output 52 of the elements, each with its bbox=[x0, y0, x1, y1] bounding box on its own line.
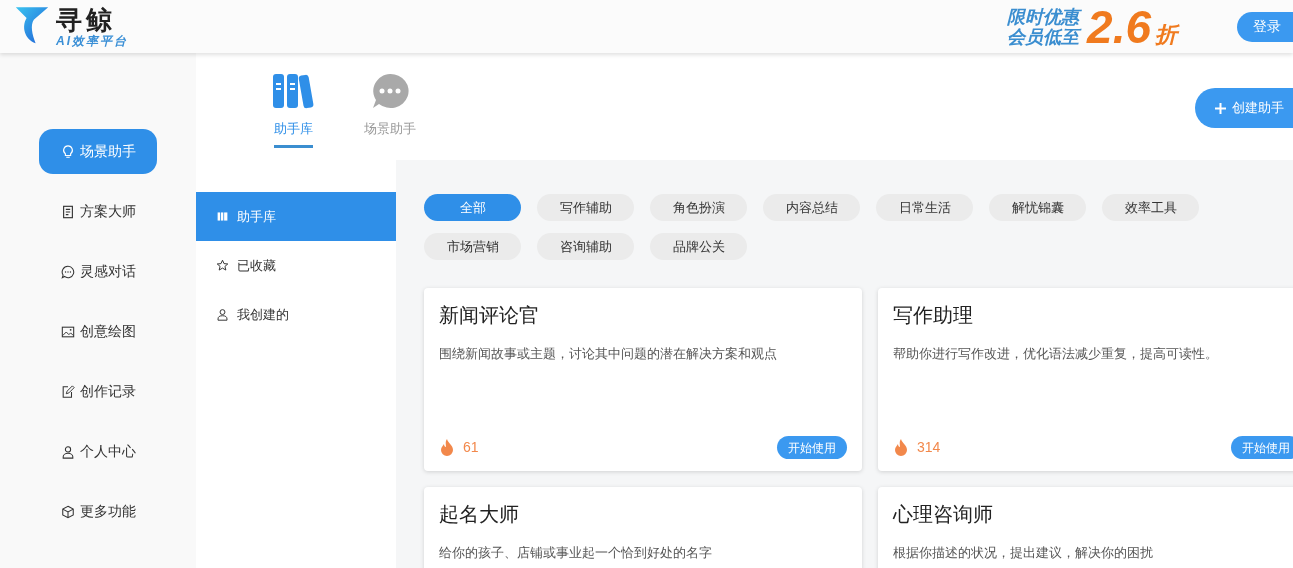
category-chip[interactable]: 效率工具 bbox=[1102, 194, 1199, 221]
card-description: 帮助你进行写作改进，优化语法减少重复，提高可读性。 bbox=[893, 345, 1219, 363]
cube-icon bbox=[60, 504, 75, 519]
card-title: 起名大师 bbox=[439, 502, 520, 527]
category-chip[interactable]: 咨询辅助 bbox=[537, 233, 634, 260]
flame-icon bbox=[893, 438, 909, 457]
bulb-icon bbox=[60, 144, 75, 159]
user-icon bbox=[216, 308, 229, 321]
promo-number: 2.6 bbox=[1087, 2, 1151, 51]
books-icon bbox=[272, 73, 314, 109]
sidebar-item[interactable]: 创意绘图 bbox=[39, 309, 157, 354]
logo-name: 寻鲸 bbox=[56, 5, 117, 34]
flame-icon bbox=[439, 438, 455, 457]
sidebar-item[interactable]: 更多功能 bbox=[39, 489, 157, 534]
card-description: 根据你描述的状况，提出建议，解决你的困扰 bbox=[893, 544, 1154, 562]
promo-text: 会员低至 bbox=[1007, 26, 1080, 47]
card-title: 新闻评论官 bbox=[439, 303, 540, 328]
usage-count: 314 bbox=[917, 438, 941, 457]
top-tab[interactable]: 助手库 bbox=[272, 73, 314, 148]
sub-nav-item[interactable]: 我创建的 bbox=[196, 290, 396, 339]
assistant-card[interactable]: 起名大师 给你的孩子、店铺或事业起一个恰到好处的名字 bbox=[424, 487, 862, 568]
assistant-card[interactable]: 写作助理 帮助你进行写作改进，优化语法减少重复，提高可读性。 314 开始使用 bbox=[878, 288, 1293, 471]
category-chip[interactable]: 角色扮演 bbox=[650, 194, 747, 221]
sidebar-item[interactable]: 创作记录 bbox=[39, 369, 157, 414]
logo-tagline: AI效率平台 bbox=[56, 33, 128, 48]
category-chip[interactable]: 内容总结 bbox=[763, 194, 860, 221]
assistant-card[interactable]: 新闻评论官 围绕新闻故事或主题，讨论其中问题的潜在解决方案和观点 61 开始使用 bbox=[424, 288, 862, 471]
usage-count: 61 bbox=[463, 438, 479, 457]
sidebar-item[interactable]: 个人中心 bbox=[39, 429, 157, 474]
plus-icon bbox=[1215, 102, 1226, 114]
speech-bubble-icon bbox=[371, 73, 409, 109]
category-chip[interactable]: 品牌公关 bbox=[650, 233, 747, 260]
category-chip[interactable]: 写作辅助 bbox=[537, 194, 634, 221]
card-title: 心理咨询师 bbox=[893, 502, 994, 527]
promo-text: 限时优惠 bbox=[1007, 6, 1080, 27]
star-icon bbox=[216, 259, 229, 272]
category-chip[interactable]: 市场营销 bbox=[424, 233, 521, 260]
image-icon bbox=[60, 324, 75, 339]
category-chip[interactable]: 解忧锦囊 bbox=[989, 194, 1086, 221]
sidebar-item[interactable]: 灵感对话 bbox=[39, 249, 157, 294]
document-icon bbox=[60, 204, 75, 219]
user-icon bbox=[60, 444, 75, 459]
sub-nav-item[interactable]: 已收藏 bbox=[196, 241, 396, 290]
book-icon bbox=[216, 210, 229, 223]
chat-icon bbox=[60, 264, 75, 279]
card-description: 给你的孩子、店铺或事业起一个恰到好处的名字 bbox=[439, 544, 713, 562]
card-description: 围绕新闻故事或主题，讨论其中问题的潜在解决方案和观点 bbox=[439, 345, 778, 363]
edit-icon bbox=[60, 384, 75, 399]
sidebar-item[interactable]: 方案大师 bbox=[39, 189, 157, 234]
assistant-card[interactable]: 心理咨询师 根据你描述的状况，提出建议，解决你的困扰 bbox=[878, 487, 1293, 568]
card-title: 写作助理 bbox=[893, 303, 974, 328]
category-chip[interactable]: 日常生活 bbox=[876, 194, 973, 221]
